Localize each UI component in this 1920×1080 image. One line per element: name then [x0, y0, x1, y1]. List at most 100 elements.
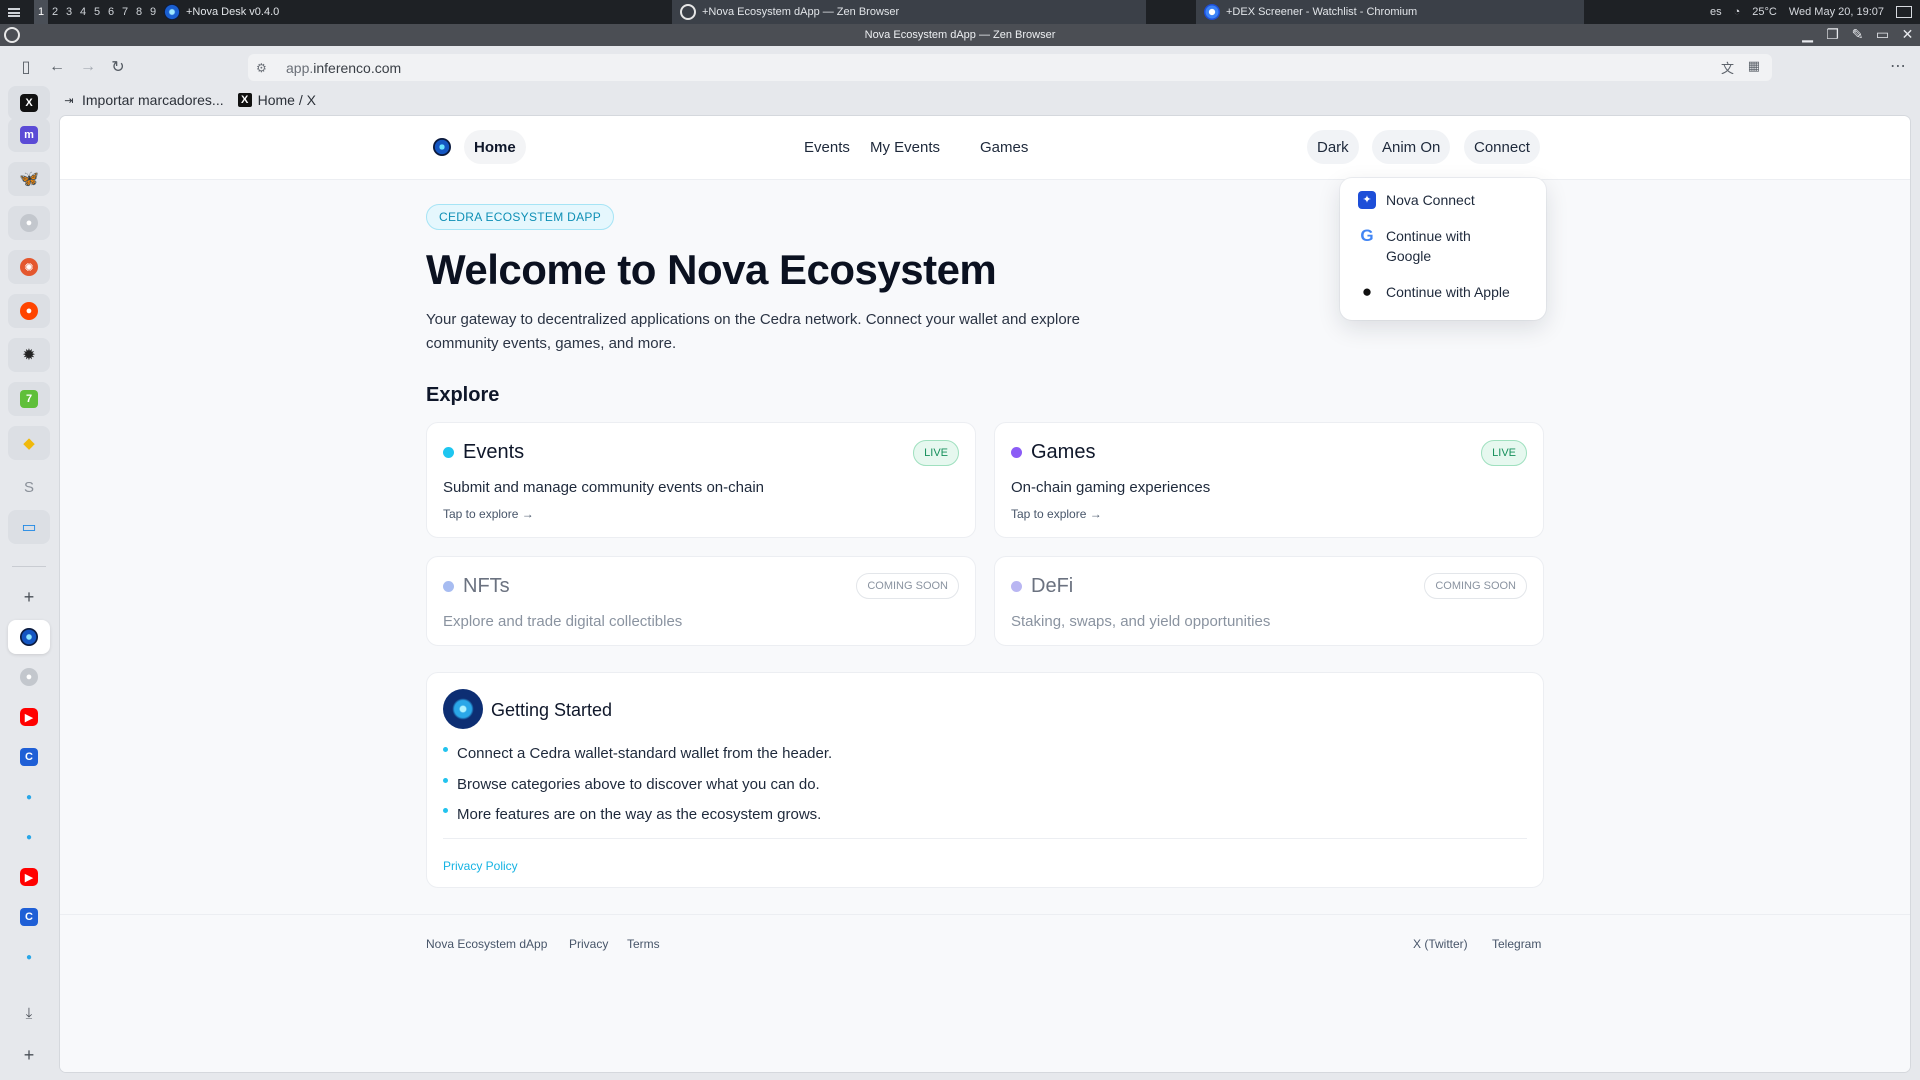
sidebar-tab-nova-active[interactable] [8, 620, 50, 654]
sidebar-tab-drop-3[interactable]: ● [8, 940, 50, 974]
bookmark-home-x[interactable]: X Home / X [237, 92, 316, 108]
bluesky-icon: 🦋 [19, 171, 39, 188]
page-title: Welcome to Nova Ecosystem [426, 246, 997, 293]
bookmark-label: Importar marcadores... [82, 92, 224, 108]
workspace-7[interactable]: 7 [118, 6, 132, 18]
sidebar-item-pinwheel[interactable]: ✺ [8, 250, 50, 284]
os-menu-button[interactable] [0, 0, 28, 24]
taskbar-item-chromium[interactable]: +DEX Screener - Watchlist - Chromium [1196, 0, 1584, 24]
workspace-6[interactable]: 6 [104, 6, 118, 18]
workspace-3[interactable]: 3 [62, 6, 76, 18]
clock[interactable]: Wed May 20, 19:07 [1789, 6, 1884, 18]
site-info-icon[interactable]: ⚙ [256, 61, 274, 75]
privacy-policy-link[interactable]: Privacy Policy [443, 859, 518, 873]
sidebar-item-folder[interactable]: ▭ [8, 510, 50, 544]
taskbar-label: +Nova Desk v0.4.0 [186, 6, 280, 18]
card-explore-link[interactable]: Tap to explore → [443, 507, 534, 521]
workspace-1[interactable]: 1 [34, 0, 48, 24]
close-icon[interactable]: ✕ [1899, 26, 1916, 43]
sidebar-item-dark-app[interactable]: ✹ [8, 338, 50, 372]
footer-privacy-link[interactable]: Privacy [569, 937, 608, 951]
droplet-icon: ● [25, 791, 33, 803]
sidebar-item-x[interactable]: X [8, 86, 50, 120]
forward-arrow-icon[interactable]: → [76, 55, 100, 79]
site-footer: Nova Ecosystem dApp Privacy Terms X (Twi… [60, 914, 1910, 1072]
sidebar-tab-drop[interactable]: ● [8, 780, 50, 814]
workspace-5[interactable]: 5 [90, 6, 104, 18]
theme-toggle-button[interactable]: Dark [1307, 130, 1359, 164]
workspace-2[interactable]: 2 [48, 6, 62, 18]
sidebar-item-green-app[interactable]: 7 [8, 382, 50, 416]
sidebar-tab-c-app[interactable]: C [8, 740, 50, 774]
status-dot [443, 447, 454, 458]
nav-events[interactable]: Events [794, 130, 860, 164]
back-arrow-icon[interactable]: ← [45, 55, 69, 79]
sidebar-tab-c-app-2[interactable]: C [8, 900, 50, 934]
sidebar-toggle-icon[interactable]: ▯ [14, 55, 38, 79]
card-title: NFTs [463, 575, 510, 597]
pin-icon[interactable]: ✎ [1849, 26, 1866, 43]
bookmarks-bar: ⇥ Importar marcadores... X Home / X [62, 89, 316, 111]
nova-emblem-icon [443, 689, 483, 729]
workspace-8[interactable]: 8 [132, 6, 146, 18]
explore-heading: Explore [426, 384, 500, 406]
url-text[interactable]: app.inferenco.com [286, 60, 401, 76]
divider [443, 838, 1527, 839]
sidebar-item-bluesky[interactable]: 🦋 [8, 162, 50, 196]
more-menu-icon[interactable]: ⋯ [1890, 56, 1906, 76]
sidebar-tab-youtube[interactable]: ▶ [8, 700, 50, 734]
list-item: More features are on the way as the ecos… [443, 806, 821, 823]
downloads-icon[interactable]: ⤓ [8, 998, 50, 1028]
new-tab-plus-icon[interactable]: + [8, 582, 50, 612]
sidebar-tab-youtube-2[interactable]: ▶ [8, 860, 50, 894]
category-card-events[interactable]: Events LIVE Submit and manage community … [426, 422, 976, 538]
url-bar[interactable]: ⚙ app.inferenco.com 文 ▦ [248, 54, 1772, 81]
taskbar-item-nova-desk[interactable]: +Nova Desk v0.4.0 [156, 0, 287, 24]
sidebar-tab-drop-2[interactable]: ● [8, 820, 50, 854]
reload-icon[interactable]: ↻ [106, 55, 130, 79]
menu-item-google[interactable]: G Continue with Google [1358, 226, 1508, 266]
nav-home[interactable]: Home [464, 130, 526, 164]
zen-browser-icon [680, 4, 696, 20]
status-dot [443, 581, 454, 592]
reader-mode-icon[interactable]: ▦ [1748, 58, 1760, 74]
shade-icon[interactable]: ▭ [1874, 26, 1891, 43]
youtube-icon: ▶ [20, 868, 38, 886]
nav-my-events[interactable]: My Events [860, 130, 950, 164]
footer-twitter-link[interactable]: X (Twitter) [1413, 937, 1468, 951]
footer-telegram-link[interactable]: Telegram [1492, 937, 1541, 951]
sidebar-item-s[interactable]: S [8, 472, 50, 502]
weather-temperature[interactable]: 25°C [1752, 6, 1777, 18]
window-overview-icon[interactable] [1896, 6, 1912, 18]
translate-icon[interactable]: 文 [1721, 58, 1734, 77]
animation-toggle-button[interactable]: Anim On [1372, 130, 1451, 164]
url-domain: inferenco.com [313, 59, 402, 76]
sidebar-item-github[interactable]: ● [8, 206, 50, 240]
menu-item-nova-connect[interactable]: ✦ Nova Connect [1358, 190, 1475, 210]
sidebar-item-binance[interactable]: ◆ [8, 426, 50, 460]
page-viewport: Home Events My Events Games Dark Anim On… [60, 116, 1910, 1072]
status-dot [1011, 447, 1022, 458]
menu-item-apple[interactable]: ● Continue with Apple [1358, 282, 1510, 302]
maximize-icon[interactable]: ❐ [1824, 26, 1841, 43]
nova-logo-icon[interactable] [433, 138, 451, 156]
category-card-games[interactable]: Games LIVE On-chain gaming experiences T… [994, 422, 1544, 538]
taskbar-item-zen-browser[interactable]: +Nova Ecosystem dApp — Zen Browser [672, 0, 1146, 24]
add-workspace-plus-icon[interactable]: + [8, 1040, 50, 1070]
bookmark-import[interactable]: ⇥ Importar marcadores... [62, 92, 224, 108]
wifi-icon[interactable]: ◔ [1734, 6, 1741, 18]
footer-terms-link[interactable]: Terms [627, 937, 660, 951]
sidebar-item-mastodon[interactable]: m [8, 118, 50, 152]
sidebar-tab-github[interactable]: ● [8, 660, 50, 694]
github-icon: ● [20, 214, 38, 232]
minimize-icon[interactable]: ▁ [1799, 26, 1816, 43]
nav-games[interactable]: Games [970, 130, 1038, 164]
workspace-4[interactable]: 4 [76, 6, 90, 18]
site-header: Home Events My Events Games Dark Anim On… [60, 116, 1910, 180]
connect-dropdown-menu: ✦ Nova Connect G Continue with Google ● … [1340, 178, 1546, 320]
keyboard-layout[interactable]: es [1710, 6, 1722, 18]
connect-button[interactable]: Connect [1464, 130, 1540, 164]
sidebar-item-reddit[interactable]: ● [8, 294, 50, 328]
url-subdomain: app. [286, 59, 314, 76]
card-explore-link[interactable]: Tap to explore → [1011, 507, 1102, 521]
